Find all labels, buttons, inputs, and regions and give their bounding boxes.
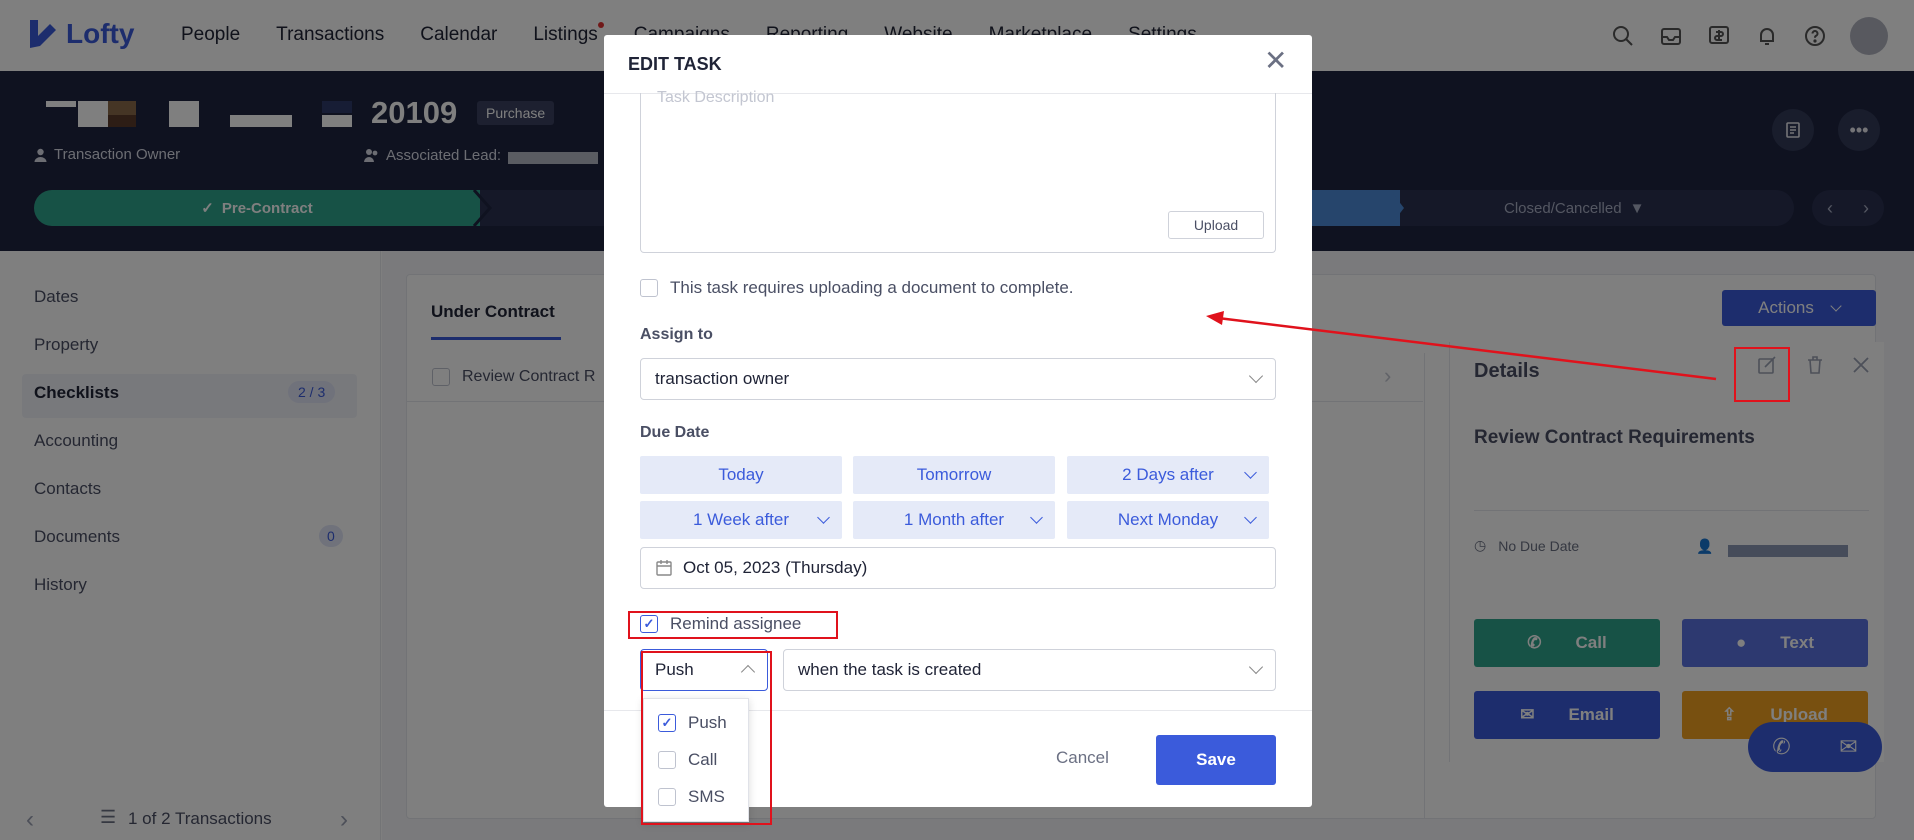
quick-date-label: 1 Week after	[692, 510, 790, 529]
remind-when-value: when the task is created	[798, 660, 982, 679]
assign-value: transaction owner	[655, 369, 790, 388]
assign-label: Assign to	[640, 326, 713, 343]
description-placeholder: Task Description	[657, 89, 775, 106]
quick-date-label: Tomorrow	[916, 465, 992, 484]
quick-date-label: Next Monday	[1117, 510, 1219, 529]
description-upload-button[interactable]: Upload	[1168, 211, 1264, 239]
highlight-edit-icon	[1734, 347, 1790, 402]
require-document-option[interactable]: This task requires uploading a document …	[640, 278, 1074, 298]
close-icon[interactable]: ✕	[1264, 47, 1287, 75]
due-date-label: Due Date	[640, 424, 710, 441]
upload-button-label: Upload	[1193, 217, 1239, 233]
require-document-label: This task requires uploading a document …	[670, 278, 1074, 297]
quick-date-label: Today	[718, 465, 764, 484]
cancel-button[interactable]: Cancel	[1056, 748, 1109, 768]
quick-date-next-monday[interactable]: Next Monday	[1067, 501, 1269, 539]
remind-when-select[interactable]: when the task is created	[783, 649, 1276, 691]
highlight-remind-assignee	[628, 611, 838, 639]
highlight-remind-method	[641, 651, 772, 825]
quick-date-month-after[interactable]: 1 Month after	[853, 501, 1055, 539]
save-button[interactable]: Save	[1156, 735, 1276, 785]
due-date-input[interactable]: Oct 05, 2023 (Thursday)	[640, 547, 1276, 589]
due-date-value: Oct 05, 2023 (Thursday)	[683, 558, 868, 577]
save-label: Save	[1196, 750, 1236, 769]
quick-date-label: 2 Days after	[1122, 465, 1214, 484]
annotation-arrow	[1206, 311, 1717, 381]
quick-date-tomorrow[interactable]: Tomorrow	[853, 456, 1055, 494]
calendar-icon	[656, 560, 672, 576]
quick-date-week-after[interactable]: 1 Week after	[640, 501, 842, 539]
require-document-checkbox[interactable]	[640, 279, 658, 297]
quick-date-days-after[interactable]: 2 Days after	[1067, 456, 1269, 494]
chevron-down-icon	[817, 511, 830, 524]
quick-date-today[interactable]: Today	[640, 456, 842, 494]
chevron-down-icon	[1030, 511, 1043, 524]
chevron-down-icon	[1244, 466, 1257, 479]
quick-date-label: 1 Month after	[903, 510, 1005, 529]
task-description-field[interactable]: Task Description Upload	[640, 89, 1276, 253]
modal-title: EDIT TASK	[628, 54, 722, 74]
chevron-down-icon	[1248, 659, 1264, 675]
chevron-down-icon	[1244, 511, 1257, 524]
assign-select[interactable]: transaction owner	[640, 358, 1276, 400]
